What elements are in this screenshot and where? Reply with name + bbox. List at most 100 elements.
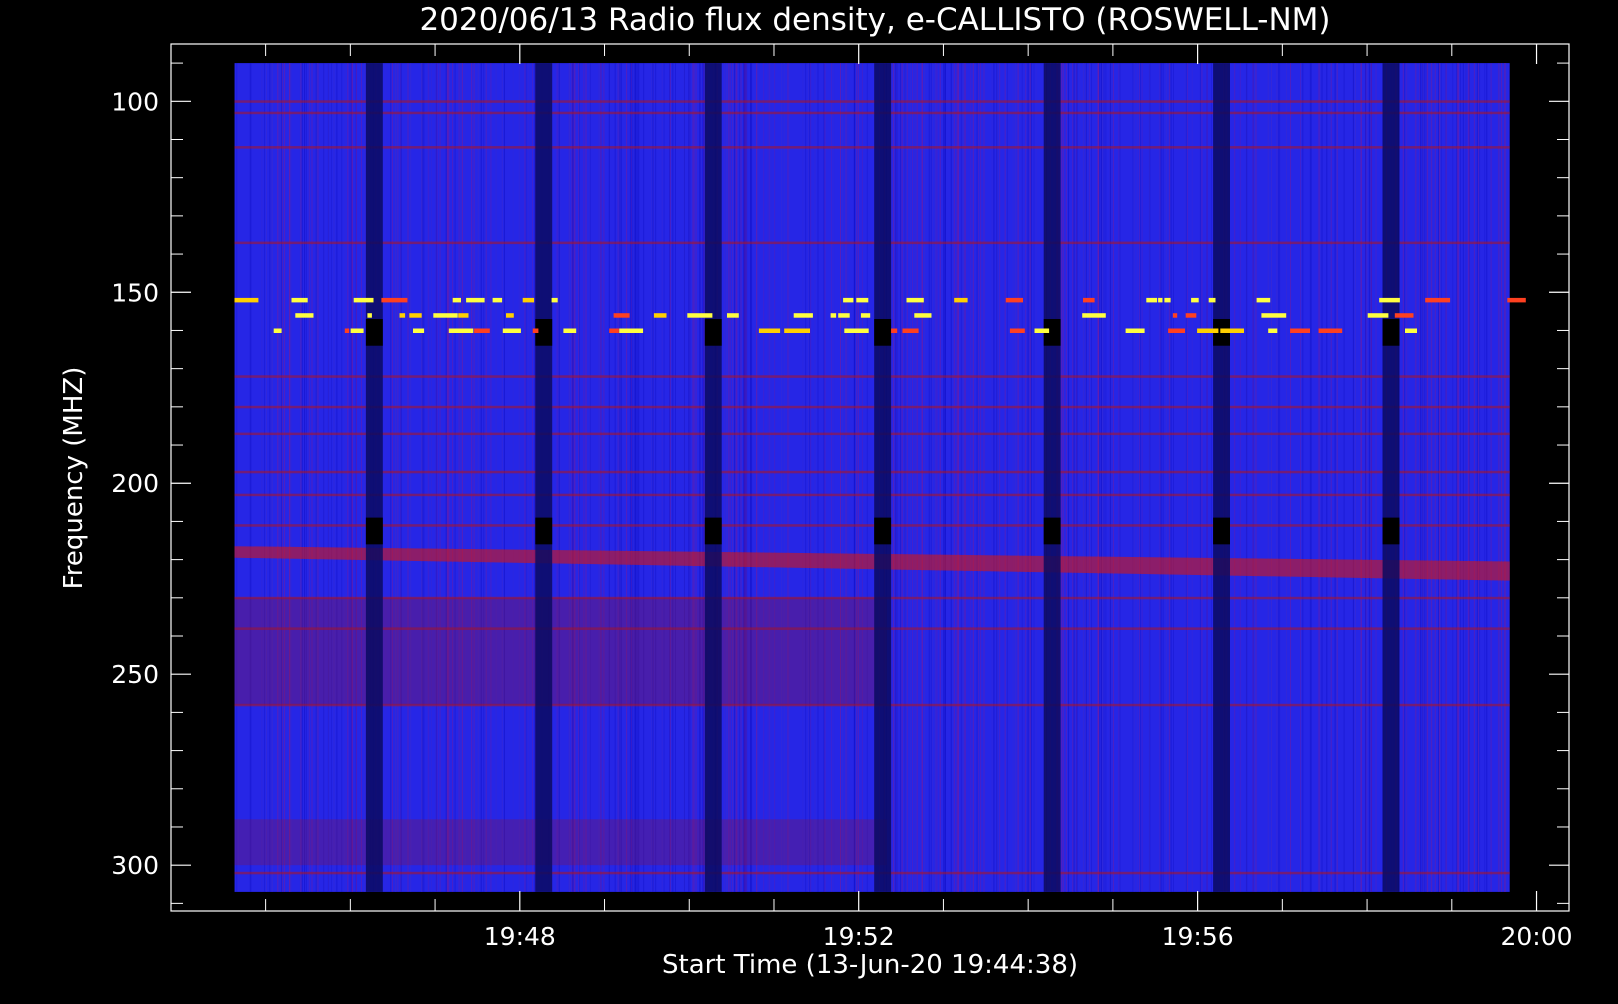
noise-streak [471,63,473,892]
noise-streak [1366,63,1368,892]
noise-streak [270,63,272,892]
noise-streak [495,63,497,892]
noise-streak [847,63,849,892]
noise-streak [1486,63,1488,892]
noise-streak [699,63,700,892]
noise-streak [473,63,475,892]
noise-streak [341,63,343,892]
interference-dash [492,297,503,303]
noise-streak [336,63,338,892]
noise-streak [347,63,349,892]
noise-streak [1476,63,1478,892]
noise-streak [689,63,691,892]
noise-streak [1497,63,1499,892]
x-tick-label: 19:56 [1162,922,1234,951]
interference-dash [532,328,539,333]
noise-streak [983,63,985,892]
noise-streak [532,63,533,892]
noise-streak [956,63,958,892]
interference-dash [448,328,474,333]
noise-streak [774,63,776,892]
dark-gap-block [365,318,383,346]
interference-dash [758,328,781,333]
noise-streak [390,63,392,892]
noise-streak [281,63,283,892]
interference-line [234,111,1510,115]
noise-streak [1133,63,1135,892]
interference-dash [1009,328,1025,333]
noise-streak [585,63,587,892]
noise-streak [950,63,952,892]
noise-streak [518,63,520,892]
noise-streak [1072,63,1074,892]
noise-streak [781,63,783,892]
noise-streak [652,63,654,892]
noise-streak [361,63,362,892]
interference-dash [413,328,425,333]
interference-dash [452,297,461,303]
interference-dash [1083,297,1095,303]
noise-streak [1065,63,1067,892]
noise-streak [1162,63,1164,892]
interference-dash [1082,313,1106,318]
noise-streak [1460,63,1461,892]
interference-dash [619,328,644,333]
interference-dash [830,313,837,318]
noise-streak [1246,63,1248,892]
noise-streak [279,63,281,892]
noise-streak [866,63,868,892]
noise-streak [809,63,811,892]
noise-streak [1187,63,1188,892]
noise-streak [427,63,429,892]
dark-gap-column [1213,63,1230,892]
noise-streak [900,63,902,892]
noise-streak [1360,63,1362,892]
noise-streak [501,63,503,892]
noise-streak [932,63,933,892]
noise-streak [1099,63,1101,892]
noise-streak [736,63,738,892]
noise-streak [934,63,936,892]
noise-streak [936,63,938,892]
noise-streak [831,63,833,892]
noise-streak [1404,63,1406,892]
noise-streak [568,63,570,892]
noise-streak [903,63,905,892]
dark-gap-block [874,318,892,346]
interference-dash [1220,328,1244,333]
interference-dash [1125,328,1145,333]
noise-streak [1439,63,1440,892]
noise-streak [460,63,462,892]
noise-streak [344,63,346,892]
interference-dash [234,297,259,303]
interference-dash [350,328,364,333]
interference-dash [914,313,932,318]
noise-streak [236,63,238,892]
noise-streak [1252,63,1254,892]
noise-streak [897,63,899,892]
noise-streak [391,63,393,892]
interference-dash [563,328,577,333]
noise-streak [1168,63,1170,892]
interference-dash [838,313,850,318]
interference-dash [906,297,924,303]
noise-streak [315,63,317,892]
interference-dash [1005,297,1023,303]
noise-streak [767,63,769,892]
y-tick-label: 150 [111,278,159,307]
interference-dash [433,313,458,318]
noise-streak [1420,63,1422,892]
interference-dash [1168,328,1185,333]
noise-streak [1119,63,1121,892]
noise-streak [1302,63,1304,892]
noise-streak [400,63,402,892]
noise-streak [1456,63,1458,892]
noise-streak [892,63,894,892]
noise-streak [633,63,635,892]
noise-streak [266,63,267,892]
noise-streak [703,63,705,892]
noise-streak [734,63,736,892]
y-axis-label: Frequency (MHZ) [59,367,89,590]
interference-line [234,146,1510,149]
noise-streak [351,63,353,892]
